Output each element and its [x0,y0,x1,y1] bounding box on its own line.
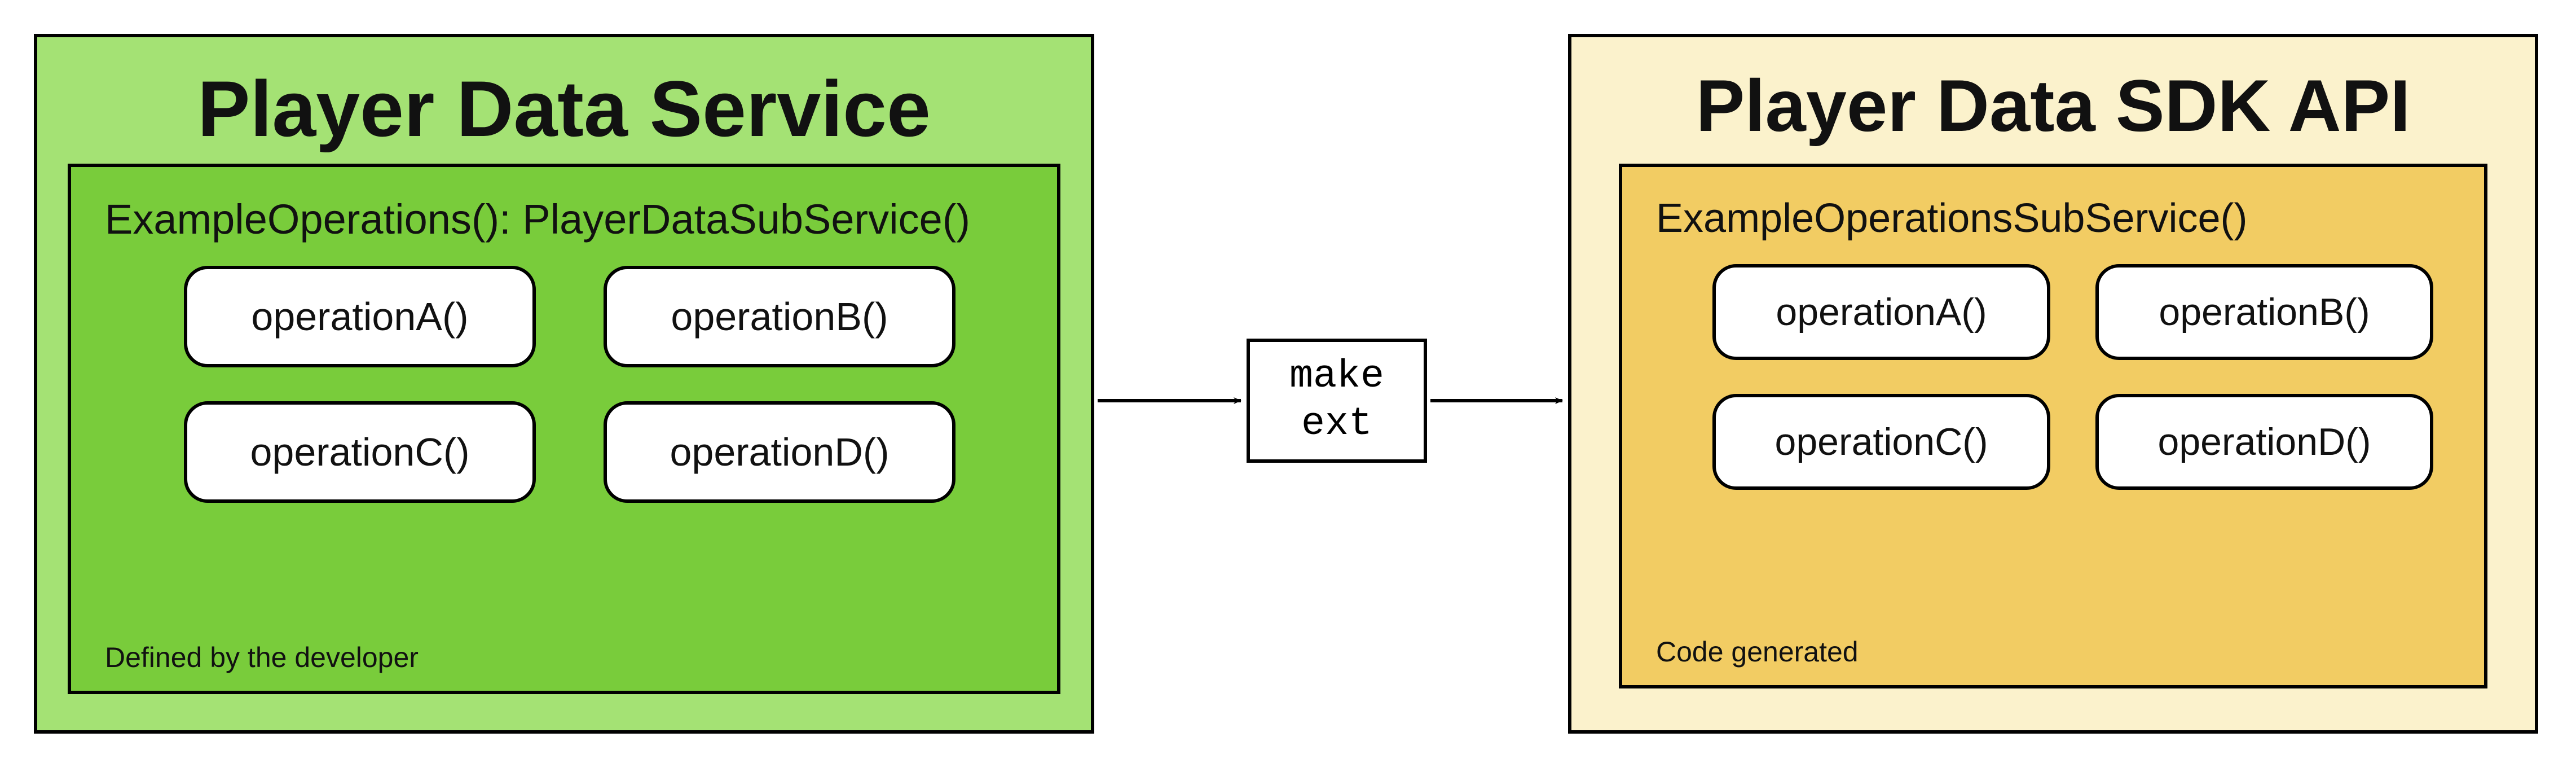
make-ext-command-box: make ext [1247,339,1427,463]
example-operations-sdk-subservice-box: ExampleOperationsSubService() operationA… [1619,164,2487,688]
operations-grid-left: operationA() operationB() operationC() o… [184,266,955,503]
example-operations-subservice-box: ExampleOperations(): PlayerDataSubServic… [68,164,1060,694]
code-generated-note: Code generated [1656,635,1859,668]
operation-d-pill-sdk: operationD() [2095,394,2433,490]
operation-c-pill-sdk: operationC() [1712,394,2050,490]
operation-b-pill-sdk: operationB() [2095,264,2433,360]
operation-c-pill: operationC() [184,401,536,503]
example-operations-sdk-label: ExampleOperationsSubService() [1656,195,2456,242]
diagram-canvas: Player Data Service ExampleOperations():… [0,0,2576,772]
operation-d-pill: operationD() [604,401,955,503]
defined-by-developer-note: Defined by the developer [105,641,419,674]
operation-a-pill: operationA() [184,266,536,367]
operation-a-pill-sdk: operationA() [1712,264,2050,360]
player-data-sdk-api-title: Player Data SDK API [1600,65,2507,146]
example-operations-label: ExampleOperations(): PlayerDataSubServic… [105,195,1023,243]
operation-b-pill: operationB() [604,266,955,367]
player-data-service-title: Player Data Service [71,65,1057,152]
operations-grid-right: operationA() operationB() operationC() o… [1712,264,2433,490]
